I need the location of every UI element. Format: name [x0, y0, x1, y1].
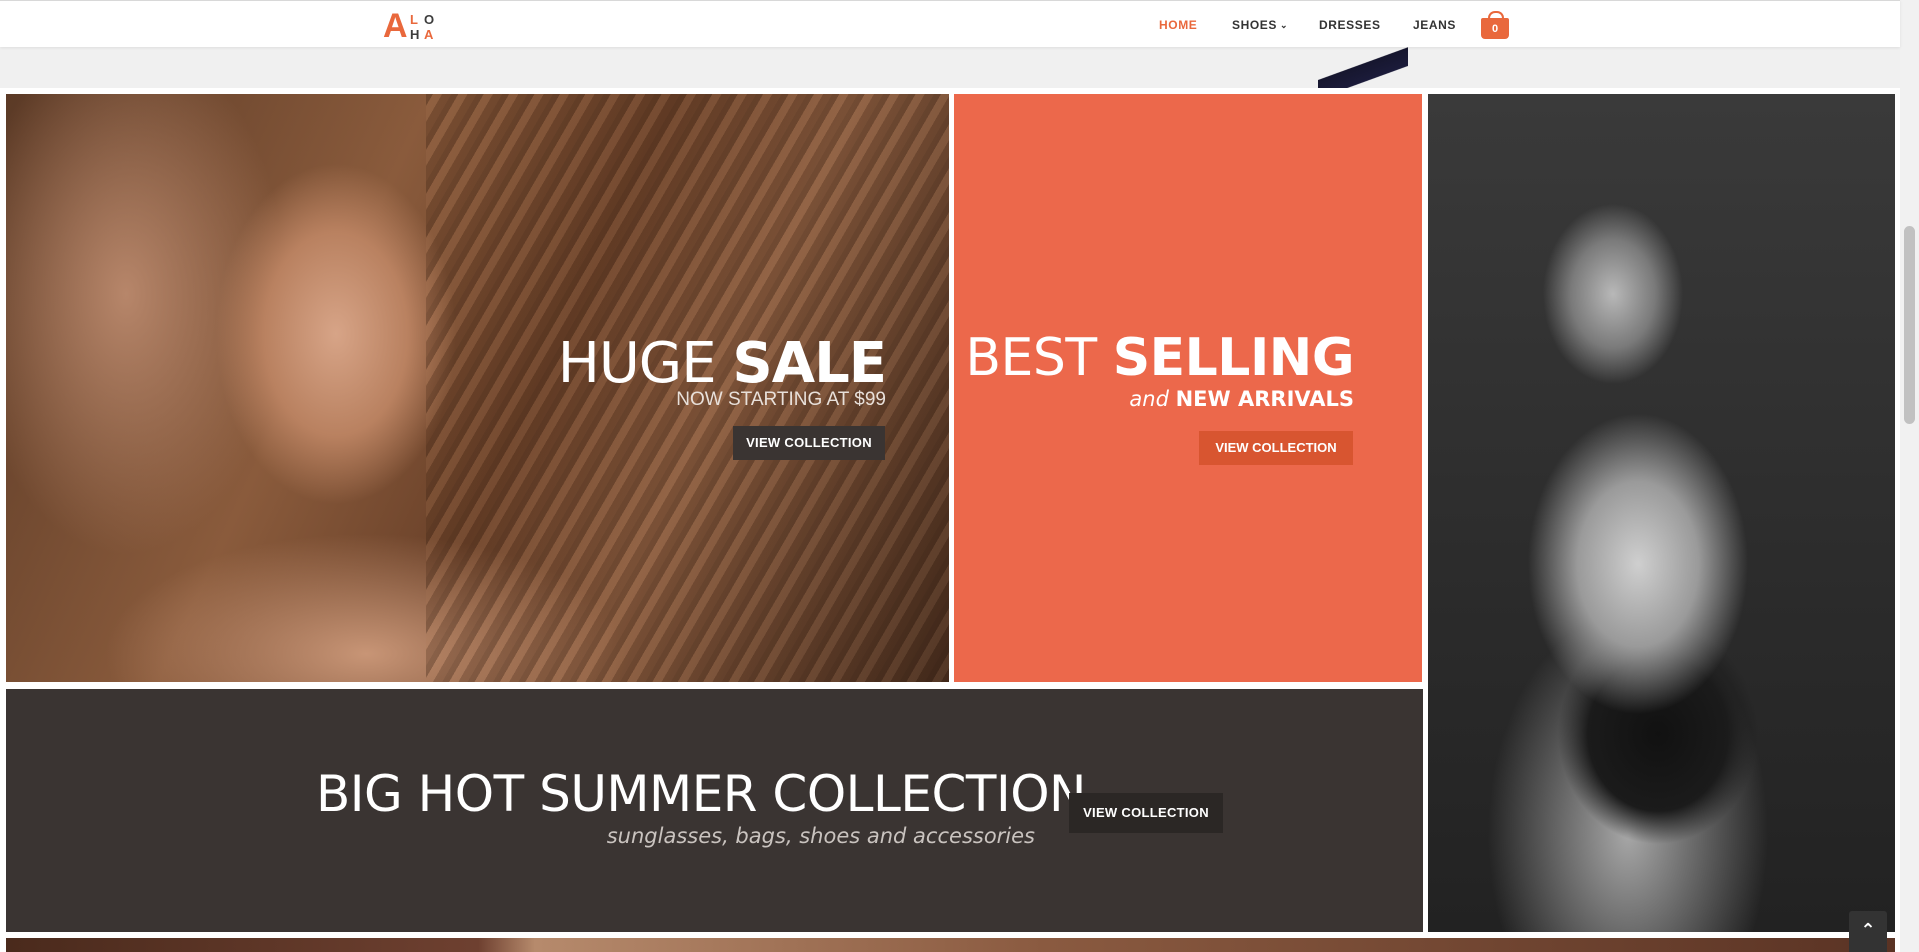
sale-banner[interactable]: HUGE SALE NOW STARTING AT $99 VIEW COLLE…: [6, 94, 949, 682]
logo-letter-o: O: [424, 12, 435, 27]
best-selling-banner[interactable]: BEST SELLING and NEW ARRIVALS VIEW COLLE…: [954, 94, 1422, 682]
best-view-collection-button[interactable]: VIEW COLLECTION: [1199, 431, 1353, 465]
sale-headline-bold: SALE: [732, 331, 887, 396]
scroll-to-top-button[interactable]: ⌃: [1849, 911, 1887, 952]
best-headline: BEST SELLING: [965, 330, 1354, 386]
best-subtitle-bold: NEW ARRIVALS: [1175, 387, 1354, 411]
best-headline-light: BEST: [965, 328, 1113, 388]
logo-letter-a: A: [383, 7, 408, 45]
site-logo[interactable]: A L O H A: [383, 7, 451, 45]
nav-dresses[interactable]: DRESSES: [1319, 17, 1381, 33]
portrait-banner[interactable]: [1428, 94, 1895, 932]
next-section-edge: [6, 938, 1895, 952]
nav-jeans[interactable]: JEANS: [1413, 17, 1456, 33]
summer-collection-banner[interactable]: BIG HOT SUMMER COLLECTION sunglasses, ba…: [6, 689, 1423, 932]
sale-subtitle: NOW STARTING AT $99: [676, 389, 886, 410]
logo-letter-l: L: [410, 12, 418, 27]
previous-banner-edge: [0, 46, 1900, 88]
scrollbar-thumb[interactable]: [1904, 226, 1915, 424]
nav-home[interactable]: HOME: [1159, 17, 1197, 33]
summer-view-collection-button[interactable]: VIEW COLLECTION: [1069, 793, 1223, 833]
summer-subtitle: sunglasses, bags, shoes and accessories: [606, 824, 1035, 848]
shoe-image-fragment: [1318, 46, 1408, 88]
best-subtitle: and NEW ARRIVALS: [1129, 386, 1354, 412]
nav-shoes[interactable]: SHOES ⌄: [1232, 17, 1288, 33]
cart-button[interactable]: 0: [1481, 11, 1509, 39]
site-header: A L O H A HOME SHOES ⌄ DRESSES JEANS 0: [0, 0, 1900, 47]
logo-letter-a2: A: [424, 27, 434, 42]
page-scrollbar[interactable]: [1900, 0, 1919, 952]
nav-shoes-label: SHOES: [1232, 18, 1278, 32]
chevron-up-icon: ⌃: [1860, 920, 1876, 941]
cart-count-badge: 0: [1481, 18, 1509, 39]
sale-headline: HUGE SALE: [557, 331, 887, 396]
sale-view-collection-button[interactable]: VIEW COLLECTION: [733, 426, 885, 460]
logo-letter-h: H: [410, 27, 420, 42]
best-headline-bold: SELLING: [1112, 328, 1355, 388]
best-subtitle-italic: and: [1129, 387, 1176, 411]
summer-headline: BIG HOT SUMMER COLLECTION: [316, 765, 1086, 823]
sale-headline-light: HUGE: [557, 331, 733, 396]
chevron-down-icon: ⌄: [1280, 20, 1289, 30]
